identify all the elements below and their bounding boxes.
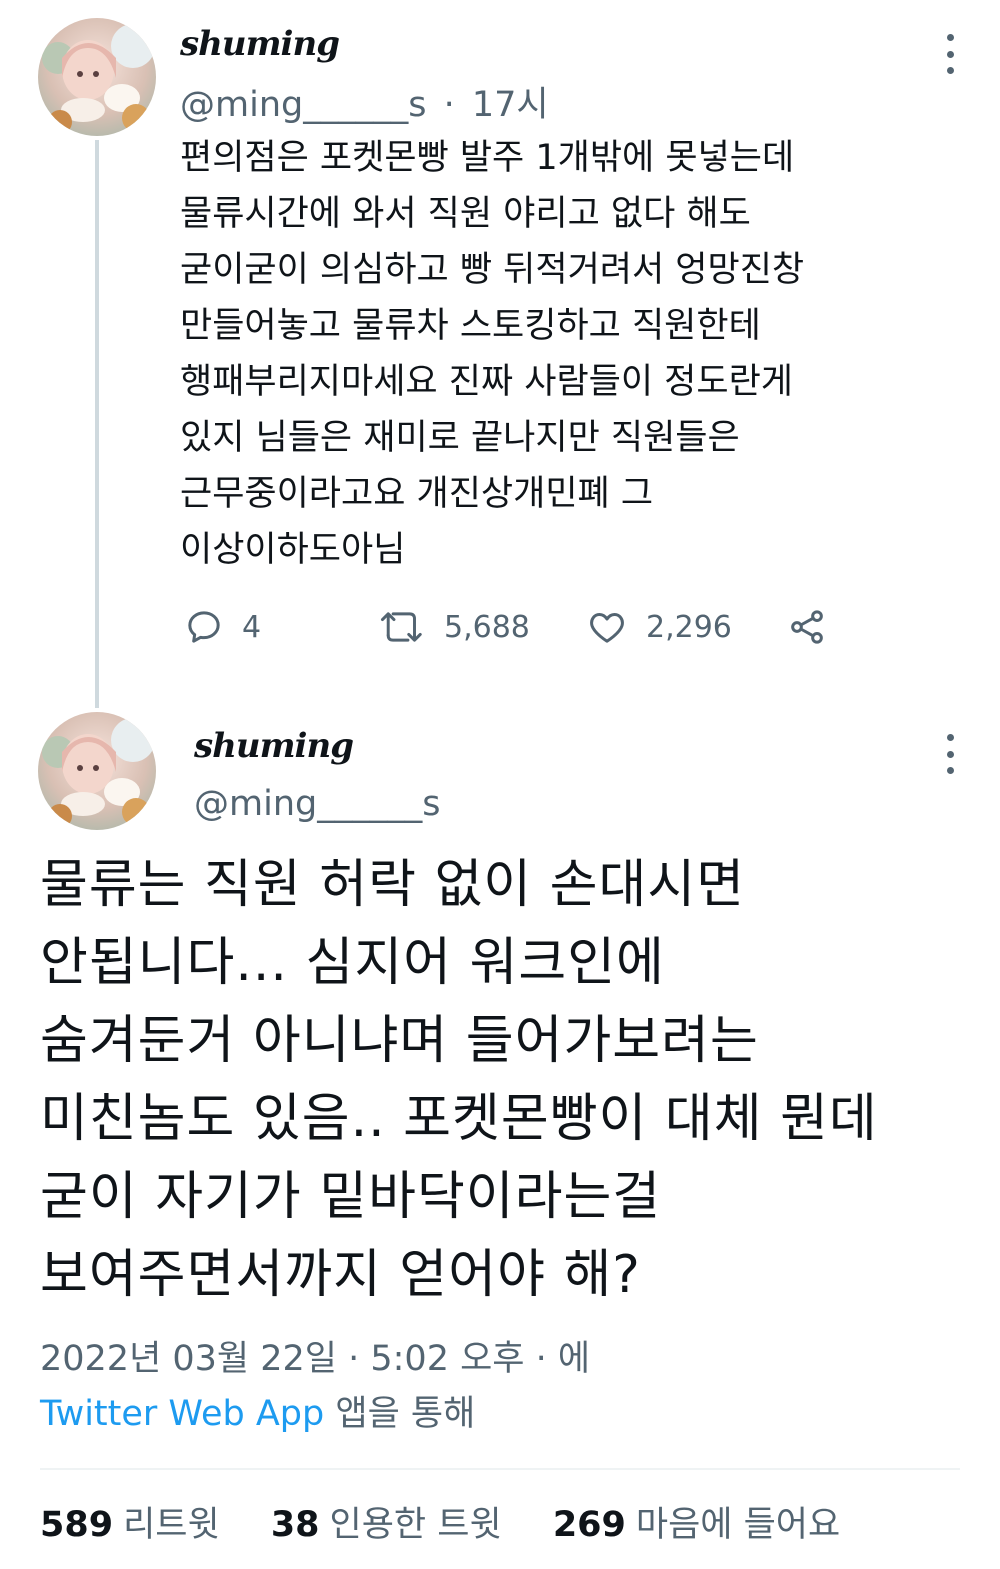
- source-app-link[interactable]: Twitter Web App: [40, 1394, 324, 1434]
- likes-stat[interactable]: 269 마음에 들어요: [553, 1496, 840, 1547]
- quotes-stat-label: 인용한 트윗: [329, 1505, 502, 1545]
- tweet-time[interactable]: 17시: [472, 85, 549, 125]
- retweet-button[interactable]: 5,688: [380, 604, 530, 650]
- tweet-text-line: 굳이 자기가 밑바닥이라는걸: [40, 1167, 662, 1227]
- likes-stat-count: 269: [552, 1505, 626, 1545]
- quotes-stat-count: 38: [270, 1505, 320, 1545]
- retweets-stat-label: 리트윗: [123, 1505, 220, 1545]
- handle-row: @ming______s · 17시: [180, 76, 549, 127]
- thread-connector-line: [95, 140, 99, 708]
- reply-icon: [188, 611, 220, 643]
- source-suffix: 앱을 통해: [324, 1394, 476, 1434]
- tweet-text-line: 근무중이라고요 개진상개민폐 그: [180, 474, 654, 514]
- retweet-icon: [380, 612, 422, 642]
- share-button[interactable]: [786, 604, 828, 650]
- divider: [40, 1468, 960, 1470]
- display-name[interactable]: shuming: [180, 24, 340, 64]
- tweet-text-line: 보여주면서까지 얻어야 해?: [40, 1245, 641, 1305]
- more-icon[interactable]: [940, 734, 960, 774]
- avatar[interactable]: [38, 18, 156, 136]
- tweet-stats: 589 리트윗 38 인용한 트윗 269 마음에 들어요: [40, 1496, 880, 1547]
- user-handle[interactable]: @ming______s: [194, 784, 440, 824]
- avatar-image: [38, 18, 156, 136]
- tweet-text-line: 행패부리지마세요 진짜 사람들이 정도란게: [180, 362, 793, 402]
- tweet-text-line: 이상이하도아님: [180, 530, 406, 570]
- retweets-stat-count: 589: [40, 1505, 114, 1545]
- tweet-timestamp[interactable]: 2022년 03월 22일 · 5:02 오후 · 에: [40, 1330, 590, 1381]
- like-button[interactable]: 2,296: [586, 604, 732, 650]
- reply-count: 4: [242, 609, 262, 645]
- tweet-text-line: 있지 님들은 재미로 끝나지만 직원들은: [180, 418, 740, 458]
- tweet-actions: 4 5,688 2,296: [180, 604, 880, 650]
- separator-dot: ·: [443, 85, 455, 125]
- tweet-text-line: 물류시간에 와서 직원 야리고 없다 해도: [180, 194, 751, 234]
- tweet-text-line: 숨겨둔거 아니냐며 들어가보려는: [40, 1011, 759, 1071]
- like-icon: [590, 613, 624, 643]
- tweet-text-line: 물류는 직원 허락 없이 손대시면: [40, 855, 746, 915]
- tweet-text: 물류는 직원 허락 없이 손대시면 안됩니다... 심지어 워크인에 숨겨둔거 …: [40, 846, 980, 1314]
- tweet-text-line: 안됩니다... 심지어 워크인에: [40, 933, 665, 993]
- tweet-text-line: 편의점은 포켓몬빵 발주 1개밖에 못넣는데: [180, 138, 795, 178]
- tweet-text: 편의점은 포켓몬빵 발주 1개밖에 못넣는데 물류시간에 와서 직원 야리고 없…: [180, 130, 970, 578]
- tweet-text-line: 만들어놓고 물류차 스토킹하고 직원한테: [180, 306, 761, 346]
- user-handle[interactable]: @ming______s: [180, 85, 426, 125]
- tweet-source: Twitter Web App 앱을 통해: [40, 1385, 475, 1436]
- share-icon: [791, 610, 823, 644]
- avatar[interactable]: [38, 712, 156, 830]
- tweet-text-line: 굳이굳이 의심하고 빵 뒤적거려서 엉망진창: [180, 250, 805, 290]
- retweets-stat[interactable]: 589 리트윗: [40, 1496, 220, 1547]
- likes-stat-label: 마음에 들어요: [635, 1505, 841, 1545]
- reply-button[interactable]: 4: [184, 604, 261, 650]
- like-count: 2,296: [646, 609, 732, 645]
- tweet-text-line: 미친놈도 있음.. 포켓몬빵이 대체 뭔데: [40, 1089, 878, 1149]
- retweet-count: 5,688: [444, 609, 530, 645]
- quotes-stat[interactable]: 38 인용한 트윗: [271, 1496, 502, 1547]
- avatar-image: [38, 712, 156, 830]
- display-name[interactable]: shuming: [194, 726, 354, 766]
- more-icon[interactable]: [940, 34, 960, 74]
